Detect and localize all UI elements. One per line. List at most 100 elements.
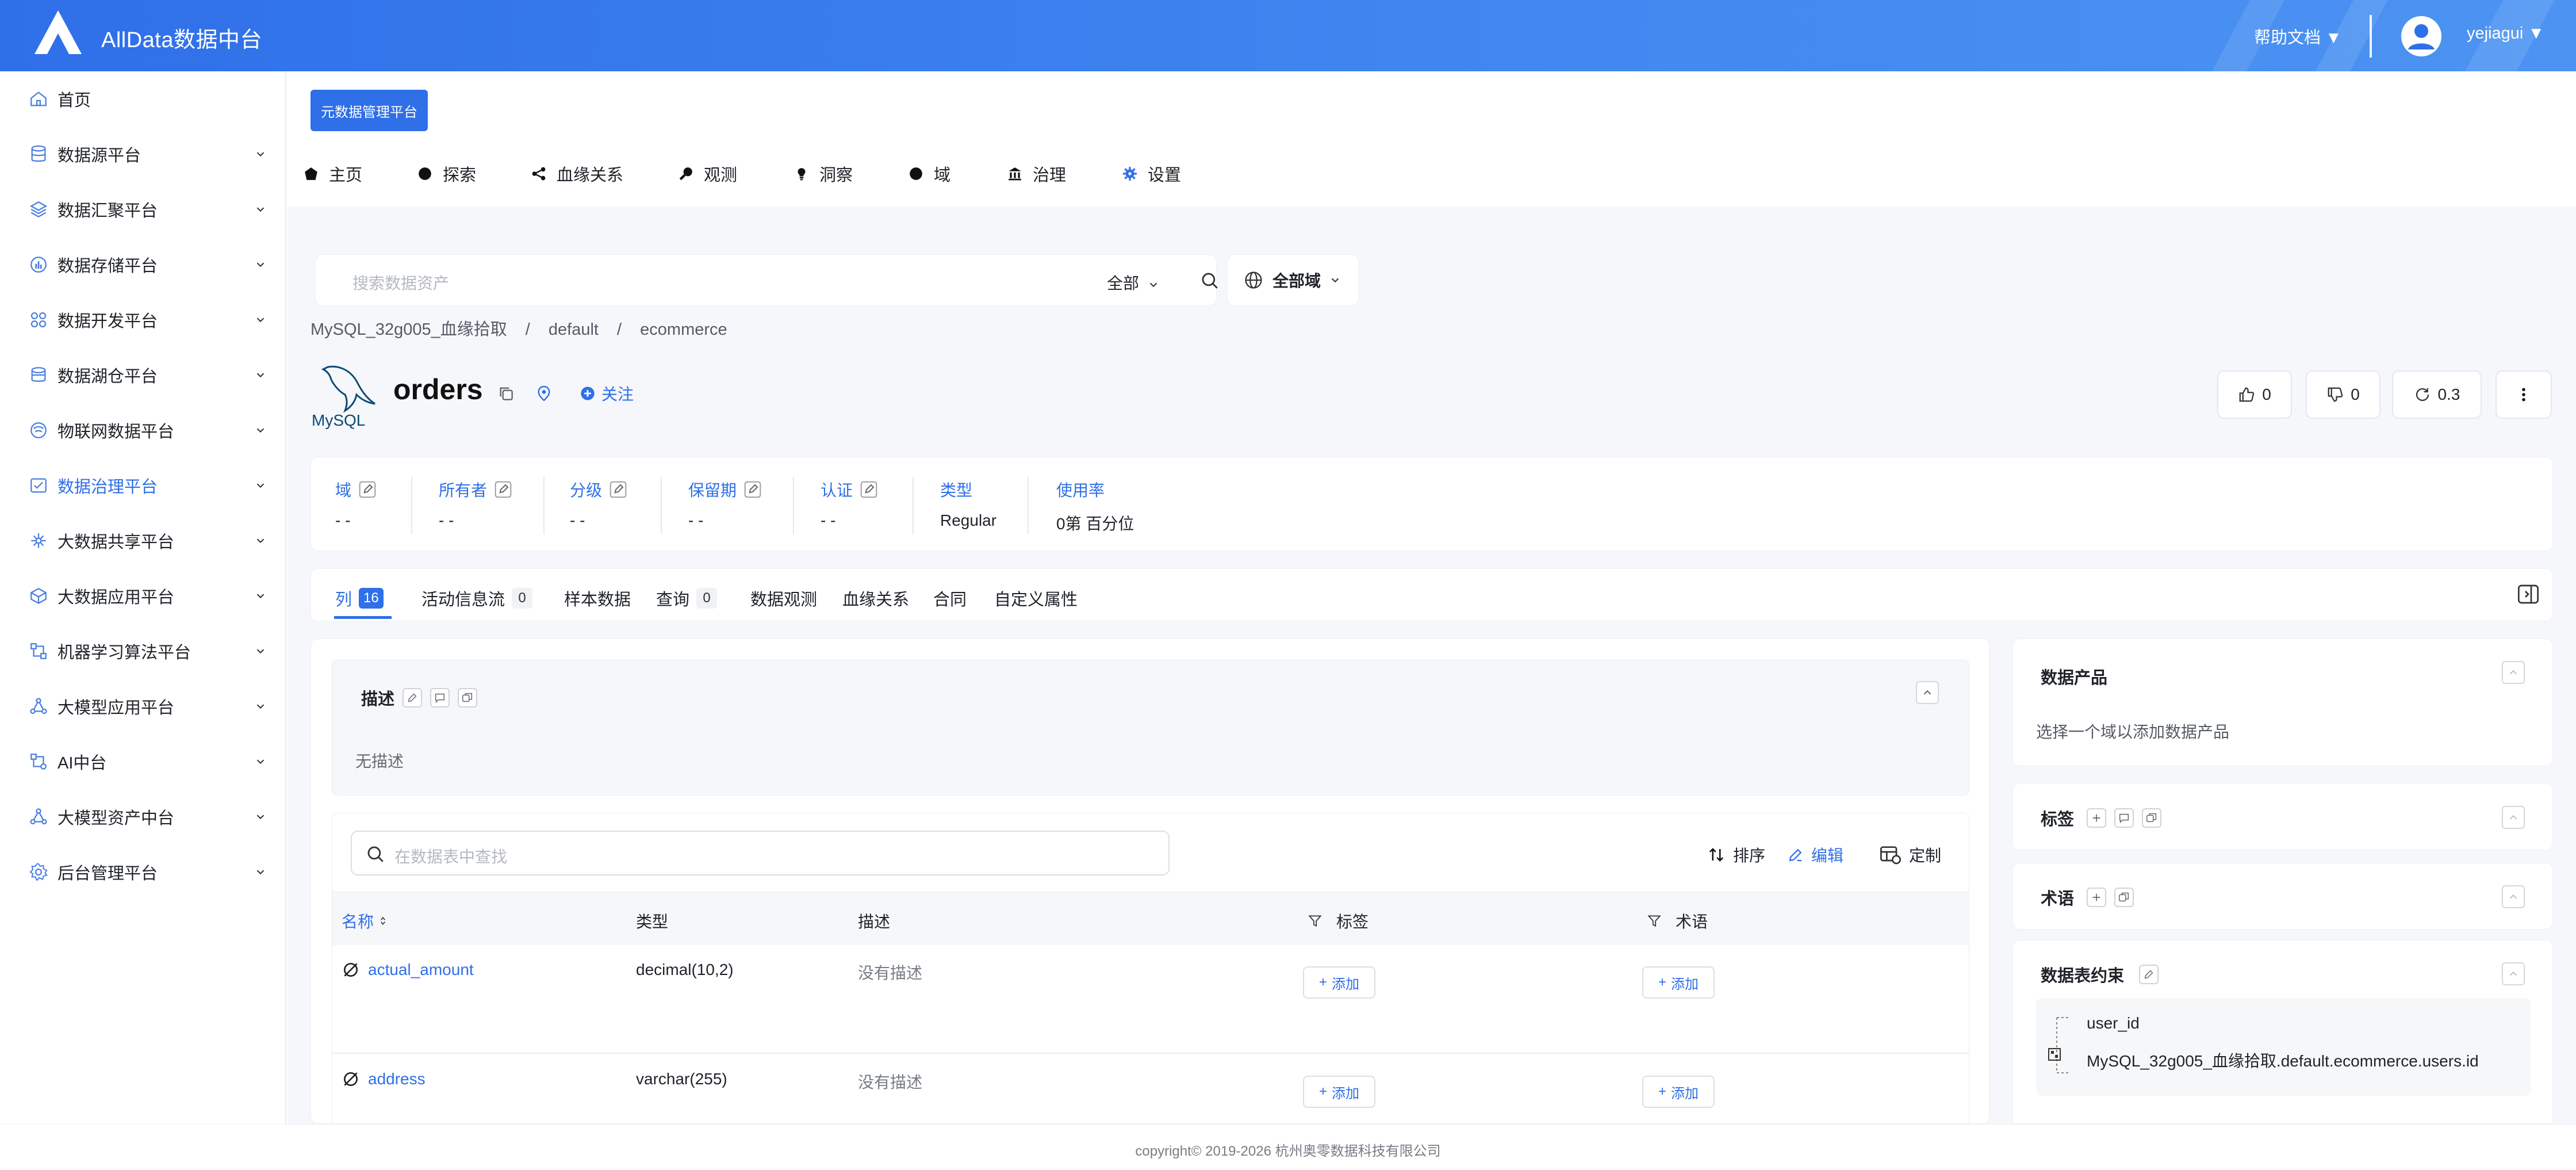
avatar[interactable] (2401, 16, 2441, 56)
conversation-icon[interactable] (458, 688, 478, 708)
sidebar-item-datasource[interactable]: 数据源平台 (0, 127, 286, 182)
collapse-description-button[interactable] (1916, 681, 1939, 704)
constraint-reference[interactable]: MySQL_32g005_血缘拾取.default.ecommerce.user… (2087, 1049, 2479, 1072)
customize-button[interactable]: 定制 (1879, 843, 1941, 866)
request-description-icon[interactable] (430, 688, 450, 708)
column-search-input[interactable]: 在数据表中查找 (394, 844, 507, 867)
domain-select[interactable]: 全部域 (1227, 254, 1359, 306)
edit-constraint-icon[interactable] (2139, 965, 2159, 984)
dislike-button[interactable]: 0 (2306, 370, 2380, 419)
version-button[interactable]: 0.3 (2392, 370, 2482, 419)
tab-insights[interactable]: 洞察 (794, 162, 853, 186)
tab-contract[interactable]: 合同 (933, 586, 967, 610)
breadcrumb-separator: / (617, 320, 622, 339)
table-header: 名称 类型 描述 标签 术语 (332, 892, 1970, 945)
follow-button[interactable]: 关注 (580, 382, 634, 405)
tab-sample-data[interactable]: 样本数据 (564, 586, 631, 610)
request-tag-icon[interactable] (2114, 808, 2134, 828)
tab-columns[interactable]: 列 16 (335, 586, 384, 610)
sidebar-item-home[interactable]: 首页 (0, 71, 286, 127)
tab-domain[interactable]: 域 (908, 162, 950, 186)
tab-custom-properties[interactable]: 自定义属性 (994, 586, 1078, 610)
tab-label: 查询 (656, 591, 690, 609)
add-tag-button[interactable]: + 添加 (1303, 966, 1375, 999)
sidebar-item-admin[interactable]: 后台管理平台 (0, 844, 286, 900)
sort-button[interactable]: 排序 (1708, 843, 1765, 866)
description-card: 描述 无描述 (332, 660, 1969, 796)
column-name-link[interactable]: address (368, 1070, 425, 1088)
like-button[interactable]: 0 (2217, 370, 2292, 419)
tab-explore[interactable]: 探索 (417, 162, 476, 186)
column-search-field[interactable]: 在数据表中查找 (351, 831, 1170, 875)
filter-icon[interactable] (1647, 913, 1662, 928)
edit-icon[interactable] (860, 480, 878, 499)
sidebar-item-lakehouse[interactable]: 数据湖仓平台 (0, 347, 286, 403)
breadcrumb-schema[interactable]: ecommerce (640, 320, 727, 339)
tab-lineage-detail[interactable]: 血缘关系 (842, 586, 909, 610)
edit-icon[interactable] (358, 480, 377, 499)
conversation-icon[interactable] (2142, 808, 2162, 828)
alldata-logo[interactable] (33, 8, 83, 56)
edit-icon[interactable] (743, 480, 762, 499)
meta-platform-button[interactable]: 元数据管理平台 (310, 90, 428, 131)
sidebar-item-aggregation[interactable]: 数据汇聚平台 (0, 182, 286, 237)
search-scope-select[interactable]: 全部 (1107, 271, 1160, 294)
column-name-link[interactable]: actual_amount (368, 961, 474, 979)
sidebar-item-model-app[interactable]: 大模型应用平台 (0, 679, 286, 734)
add-tag-button[interactable]: + 添加 (1303, 1076, 1375, 1108)
add-glossary-button[interactable]: + 添加 (1642, 1076, 1715, 1108)
tab-label: 数据观测 (750, 591, 818, 609)
tab-observe[interactable]: 观测 (678, 162, 737, 186)
domain-label: 全部域 (1272, 272, 1321, 290)
property-label: 认证 (821, 478, 878, 501)
version-number: 0.3 (2437, 385, 2460, 403)
foreign-key-icon (2048, 1017, 2071, 1073)
sidebar-item-development[interactable]: 数据开发平台 (0, 292, 286, 347)
sidebar-item-application[interactable]: 大数据应用平台 (0, 568, 286, 624)
user-menu[interactable]: yejiagui ▼ (2467, 24, 2544, 43)
help-docs-menu[interactable]: 帮助文档 ▼ (2254, 24, 2342, 48)
glossary-card: 术语 (2012, 863, 2553, 930)
sidebar-item-ai[interactable]: AI中台 (0, 734, 286, 789)
sidebar-item-governance[interactable]: 数据治理平台 (0, 458, 286, 513)
more-actions-button[interactable] (2496, 370, 2552, 419)
property-usage: 使用率 0第 百分位 (1029, 457, 1201, 552)
conversation-icon[interactable] (2114, 888, 2134, 907)
collapse-data-product-button[interactable] (2502, 661, 2525, 684)
column-header-name[interactable]: 名称 (342, 909, 389, 932)
add-glossary-icon[interactable] (2087, 888, 2107, 907)
search-icon[interactable] (1200, 271, 1220, 290)
edit-icon[interactable] (494, 480, 512, 499)
tab-data-observability[interactable]: 数据观测 (750, 586, 817, 610)
search-input[interactable]: 搜索数据资产 (352, 271, 449, 294)
sidebar: 首页 数据源平台 数据汇聚平台 数据存储平台 数据开发平台 数据湖仓平台 物联网… (0, 71, 286, 1124)
filter-icon[interactable] (1308, 913, 1322, 928)
sidebar-item-model-asset[interactable]: 大模型资产中台 (0, 789, 286, 844)
copy-icon[interactable] (497, 384, 515, 403)
description-title: 描述 (361, 686, 478, 710)
panel-toggle-icon[interactable] (2517, 583, 2540, 606)
tab-queries[interactable]: 查询 0 (656, 586, 718, 610)
sidebar-item-storage[interactable]: 数据存储平台 (0, 237, 286, 292)
collapse-glossary-button[interactable] (2502, 885, 2525, 908)
collapse-constraints-button[interactable] (2502, 962, 2525, 985)
edit-columns-button[interactable]: 编辑 (1787, 843, 1843, 866)
add-glossary-button[interactable]: + 添加 (1642, 966, 1715, 999)
tab-lineage[interactable]: 血缘关系 (531, 162, 623, 186)
collapse-tags-button[interactable] (2502, 806, 2525, 829)
tab-home[interactable]: 主页 (304, 162, 362, 186)
tab-governance[interactable]: 治理 (1007, 162, 1066, 186)
tab-settings[interactable]: 设置 (1122, 162, 1181, 186)
location-pin-icon[interactable] (535, 384, 553, 403)
sidebar-item-iot[interactable]: 物联网数据平台 (0, 403, 286, 458)
sidebar-item-sharing[interactable]: 大数据共享平台 (0, 513, 286, 568)
breadcrumb-service[interactable]: MySQL_32g005_血缘拾取 (310, 320, 507, 339)
tab-activity-feed[interactable]: 活动信息流 0 (421, 586, 533, 610)
edit-description-icon[interactable] (402, 688, 423, 708)
iot-icon (30, 422, 47, 438)
breadcrumb-database[interactable]: default (549, 320, 599, 339)
edit-icon[interactable] (609, 480, 627, 499)
sidebar-item-ml[interactable]: 机器学习算法平台 (0, 624, 286, 679)
add-tag-icon[interactable] (2087, 808, 2107, 828)
asset-search-bar[interactable]: 搜索数据资产 全部 (315, 254, 1220, 306)
